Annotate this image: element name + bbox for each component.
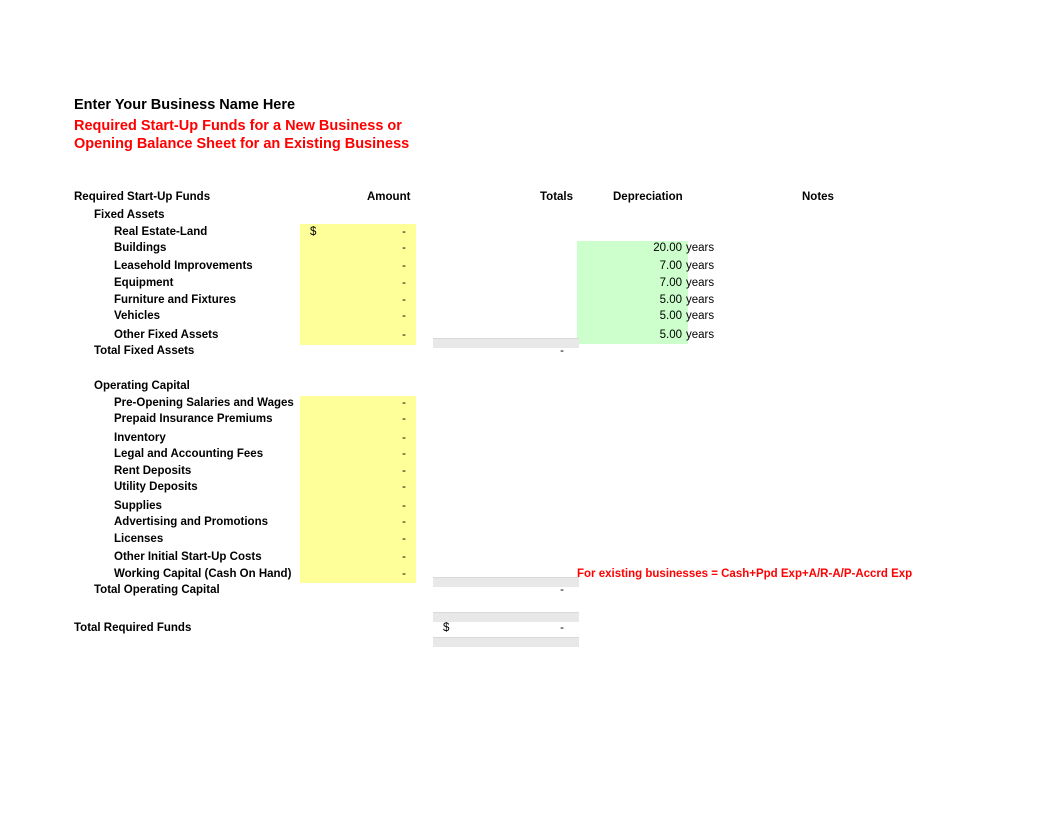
amount-cell-equipment[interactable]: - [306,277,406,289]
document-subtitle: Required Start-Up Funds for a New Busine… [74,118,409,153]
depreciation-years-furniture-and-fixtures[interactable]: 5.00 [612,294,682,306]
depreciation-years-other-fixed-assets[interactable]: 5.00 [612,329,682,341]
amount-cell-prepaid-insurance-premiums[interactable]: - [306,413,406,425]
section-heading-operating-capital: Operating Capital [94,380,190,392]
amount-cell-advertising-and-promotions[interactable]: - [306,516,406,528]
row-label-real-estate-land: Real Estate-Land [114,226,208,238]
row-label-advertising-and-promotions: Advertising and Promotions [114,516,268,528]
amount-cell-rent-deposits[interactable]: - [306,465,406,477]
existing-business-note: For existing businesses = Cash+Ppd Exp+A… [577,568,913,580]
column-header-rows: Required Start-Up Funds [74,191,211,203]
row-label-other-initial-start-up-costs: Other Initial Start-Up Costs [114,551,262,563]
total-required-funds-cell-fill-top [433,612,579,622]
row-label-working-capital-cash-on-hand: Working Capital (Cash On Hand) [114,568,292,580]
amount-cell-buildings[interactable]: - [306,242,406,254]
section-heading-fixed-assets: Fixed Assets [94,209,165,221]
row-label-furniture-and-fixtures: Furniture and Fixtures [114,294,237,306]
column-header-notes: Notes [802,191,834,203]
total-value-total-fixed-assets: - [560,345,564,357]
row-label-rent-deposits: Rent Deposits [114,465,192,477]
column-header-totals: Totals [540,191,574,203]
amount-cell-supplies[interactable]: - [306,500,406,512]
row-label-inventory: Inventory [114,432,166,444]
total-value-total-operating-capital: - [560,584,564,596]
row-label-supplies: Supplies [114,500,162,512]
grand-total-value: - [560,622,564,634]
depreciation-years-vehicles[interactable]: 5.00 [612,310,682,322]
depreciation-unit-vehicles: years [686,310,715,322]
column-header-depreciation: Depreciation [613,191,683,203]
depreciation-unit-leasehold-improvements: years [686,260,715,272]
depreciation-unit-equipment: years [686,277,715,289]
row-label-legal-and-accounting-fees: Legal and Accounting Fees [114,448,264,460]
amount-cell-legal-and-accounting-fees[interactable]: - [306,448,406,460]
row-label-vehicles: Vehicles [114,310,161,322]
amount-cell-furniture-and-fixtures[interactable]: - [306,294,406,306]
grand-total-label: Total Required Funds [74,622,192,634]
row-label-licenses: Licenses [114,533,164,545]
document-subtitle-line-1: Required Start-Up Funds for a New Busine… [74,118,402,134]
row-label-other-fixed-assets: Other Fixed Assets [114,329,219,341]
depreciation-unit-other-fixed-assets: years [686,329,715,341]
amount-cell-working-capital-cash-on-hand[interactable]: - [306,568,406,580]
column-header-amount: Amount [367,191,411,203]
amount-cell-vehicles[interactable]: - [306,310,406,322]
total-label-total-operating-capital: Total Operating Capital [94,584,220,596]
row-label-equipment: Equipment [114,277,174,289]
amount-cell-other-fixed-assets[interactable]: - [306,329,406,341]
business-name-title[interactable]: Enter Your Business Name Here [74,97,295,113]
amount-cell-inventory[interactable]: - [306,432,406,444]
grand-total-currency-symbol: $ [443,622,450,634]
depreciation-unit-buildings: years [686,242,715,254]
row-label-pre-opening-salaries-and-wages: Pre-Opening Salaries and Wages [114,397,294,409]
depreciation-years-equipment[interactable]: 7.00 [612,277,682,289]
total-required-funds-cell-fill-bottom [433,637,579,647]
amount-cell-pre-opening-salaries-and-wages[interactable]: - [306,397,406,409]
row-label-prepaid-insurance-premiums: Prepaid Insurance Premiums [114,413,273,425]
amount-cell-other-initial-start-up-costs[interactable]: - [306,551,406,563]
depreciation-unit-furniture-and-fixtures: years [686,294,715,306]
amount-cell-licenses[interactable]: - [306,533,406,545]
amount-cell-leasehold-improvements[interactable]: - [306,260,406,272]
row-label-utility-deposits: Utility Deposits [114,481,198,493]
amount-cell-real-estate-land[interactable]: - [306,226,406,238]
amount-cell-utility-deposits[interactable]: - [306,481,406,493]
depreciation-years-buildings[interactable]: 20.00 [612,242,682,254]
total-label-total-fixed-assets: Total Fixed Assets [94,345,195,357]
depreciation-years-leasehold-improvements[interactable]: 7.00 [612,260,682,272]
document-subtitle-line-2: Opening Balance Sheet for an Existing Bu… [74,135,410,152]
row-label-buildings: Buildings [114,242,167,254]
row-label-leasehold-improvements: Leasehold Improvements [114,260,253,272]
